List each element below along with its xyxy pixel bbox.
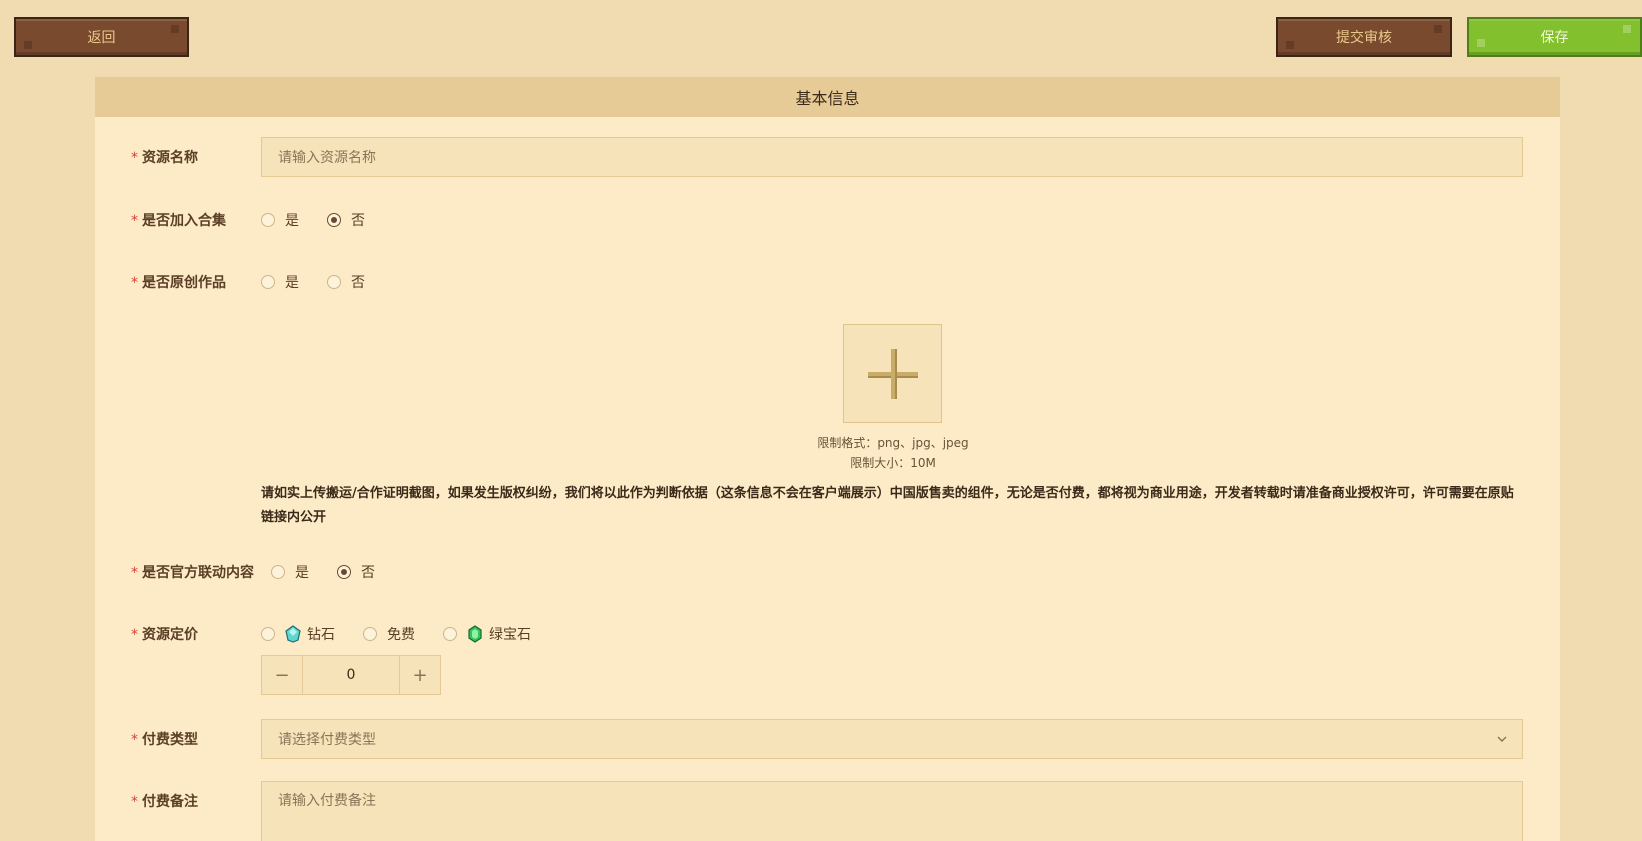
pricing-label-text: 资源定价: [142, 627, 198, 643]
pay-type-label: * 付费类型: [131, 729, 198, 749]
pricing-radio-group: 钻石 免费 绿宝石: [261, 624, 559, 644]
pixel-decoration: [24, 41, 32, 49]
upload-format-hint: 限制格式：png、jpg、jpeg: [817, 436, 969, 450]
radio-circle-checked: [337, 565, 351, 579]
pixel-decoration: [171, 25, 179, 33]
diamond-icon: [285, 625, 301, 643]
plus-icon: [891, 349, 895, 399]
collection-label: * 是否加入合集: [131, 210, 226, 230]
radio-circle: [327, 275, 341, 289]
pixel-decoration: [1477, 39, 1485, 47]
submit-review-button-label: 提交审核: [1336, 30, 1392, 46]
radio-circle: [443, 627, 457, 641]
upload-image-button[interactable]: [843, 324, 942, 423]
decrement-button[interactable]: −: [262, 656, 302, 694]
pricing-radio-emerald[interactable]: 绿宝石: [443, 624, 531, 644]
pay-type-select[interactable]: 请选择付费类型: [261, 719, 1523, 759]
submit-review-button[interactable]: 提交审核: [1276, 17, 1452, 57]
upload-size-hint: 限制大小：10M: [850, 456, 936, 470]
back-button[interactable]: 返回: [14, 17, 189, 57]
pay-type-placeholder: 请选择付费类型: [278, 732, 376, 748]
back-button-label: 返回: [87, 30, 116, 46]
resource-name-placeholder: 请输入资源名称: [278, 150, 376, 166]
required-mark: *: [131, 150, 138, 166]
increment-button[interactable]: +: [400, 656, 440, 694]
required-mark: *: [131, 213, 138, 229]
pricing-label: * 资源定价: [131, 624, 198, 644]
price-value-input[interactable]: 0: [302, 656, 400, 694]
save-button-label: 保存: [1540, 30, 1569, 46]
required-mark: *: [131, 794, 138, 810]
pay-note-placeholder: 请输入付费备注: [278, 793, 376, 809]
radio-label: 是: [295, 565, 309, 581]
basic-info-panel: 基本信息 * 资源名称 请输入资源名称 * 是否加入合集 是 否 * 是否原创作品: [95, 77, 1560, 841]
official-label: * 是否官方联动内容: [131, 562, 254, 582]
pay-note-textarea[interactable]: 请输入付费备注: [261, 781, 1523, 841]
required-mark: *: [131, 275, 138, 291]
original-radio-no[interactable]: 否: [327, 272, 365, 292]
radio-circle: [261, 213, 275, 227]
save-button[interactable]: 保存: [1467, 17, 1642, 57]
pay-note-label: * 付费备注: [131, 791, 198, 811]
radio-label: 免费: [387, 627, 415, 643]
required-mark: *: [131, 565, 138, 581]
collection-radio-no[interactable]: 否: [327, 210, 365, 230]
radio-label: 否: [351, 213, 365, 229]
collection-radio-yes[interactable]: 是: [261, 210, 299, 230]
radio-circle: [261, 275, 275, 289]
pixel-decoration: [1623, 25, 1631, 33]
section-title: 基本信息: [95, 77, 1560, 117]
radio-circle: [271, 565, 285, 579]
official-radio-no[interactable]: 否: [337, 562, 375, 582]
radio-label: 是: [285, 275, 299, 291]
official-label-text: 是否官方联动内容: [142, 565, 254, 581]
price-stepper: − 0 +: [261, 655, 441, 695]
copyright-notice: 请如实上传搬运/合作证明截图，如果发生版权纠纷，我们将以此作为判断依据（这条信息…: [261, 486, 1514, 525]
resource-name-label: * 资源名称: [131, 147, 198, 167]
pricing-radio-free[interactable]: 免费: [363, 624, 415, 644]
collection-radio-group: 是 否: [261, 210, 393, 230]
original-radio-yes[interactable]: 是: [261, 272, 299, 292]
pay-type-label-text: 付费类型: [142, 732, 198, 748]
radio-circle-checked: [327, 213, 341, 227]
pixel-decoration: [1434, 25, 1442, 33]
radio-label: 钻石: [307, 627, 335, 643]
official-radio-yes[interactable]: 是: [271, 562, 309, 582]
required-mark: *: [131, 732, 138, 748]
radio-label: 是: [285, 213, 299, 229]
original-radio-group: 是 否: [261, 272, 393, 292]
chevron-down-icon: [1497, 736, 1507, 742]
required-mark: *: [131, 627, 138, 643]
radio-label: 否: [361, 565, 375, 581]
original-label-text: 是否原创作品: [142, 275, 226, 291]
collection-label-text: 是否加入合集: [142, 213, 226, 229]
pricing-radio-diamond[interactable]: 钻石: [261, 624, 335, 644]
original-label: * 是否原创作品: [131, 272, 226, 292]
radio-circle: [363, 627, 377, 641]
resource-name-input[interactable]: 请输入资源名称: [261, 137, 1523, 177]
resource-name-label-text: 资源名称: [142, 150, 198, 166]
radio-label: 否: [351, 275, 365, 291]
radio-label: 绿宝石: [489, 627, 531, 643]
official-radio-group: 是 否: [271, 562, 403, 582]
radio-circle: [261, 627, 275, 641]
emerald-icon: [468, 625, 482, 643]
pay-note-label-text: 付费备注: [142, 794, 198, 810]
pixel-decoration: [1286, 41, 1294, 49]
